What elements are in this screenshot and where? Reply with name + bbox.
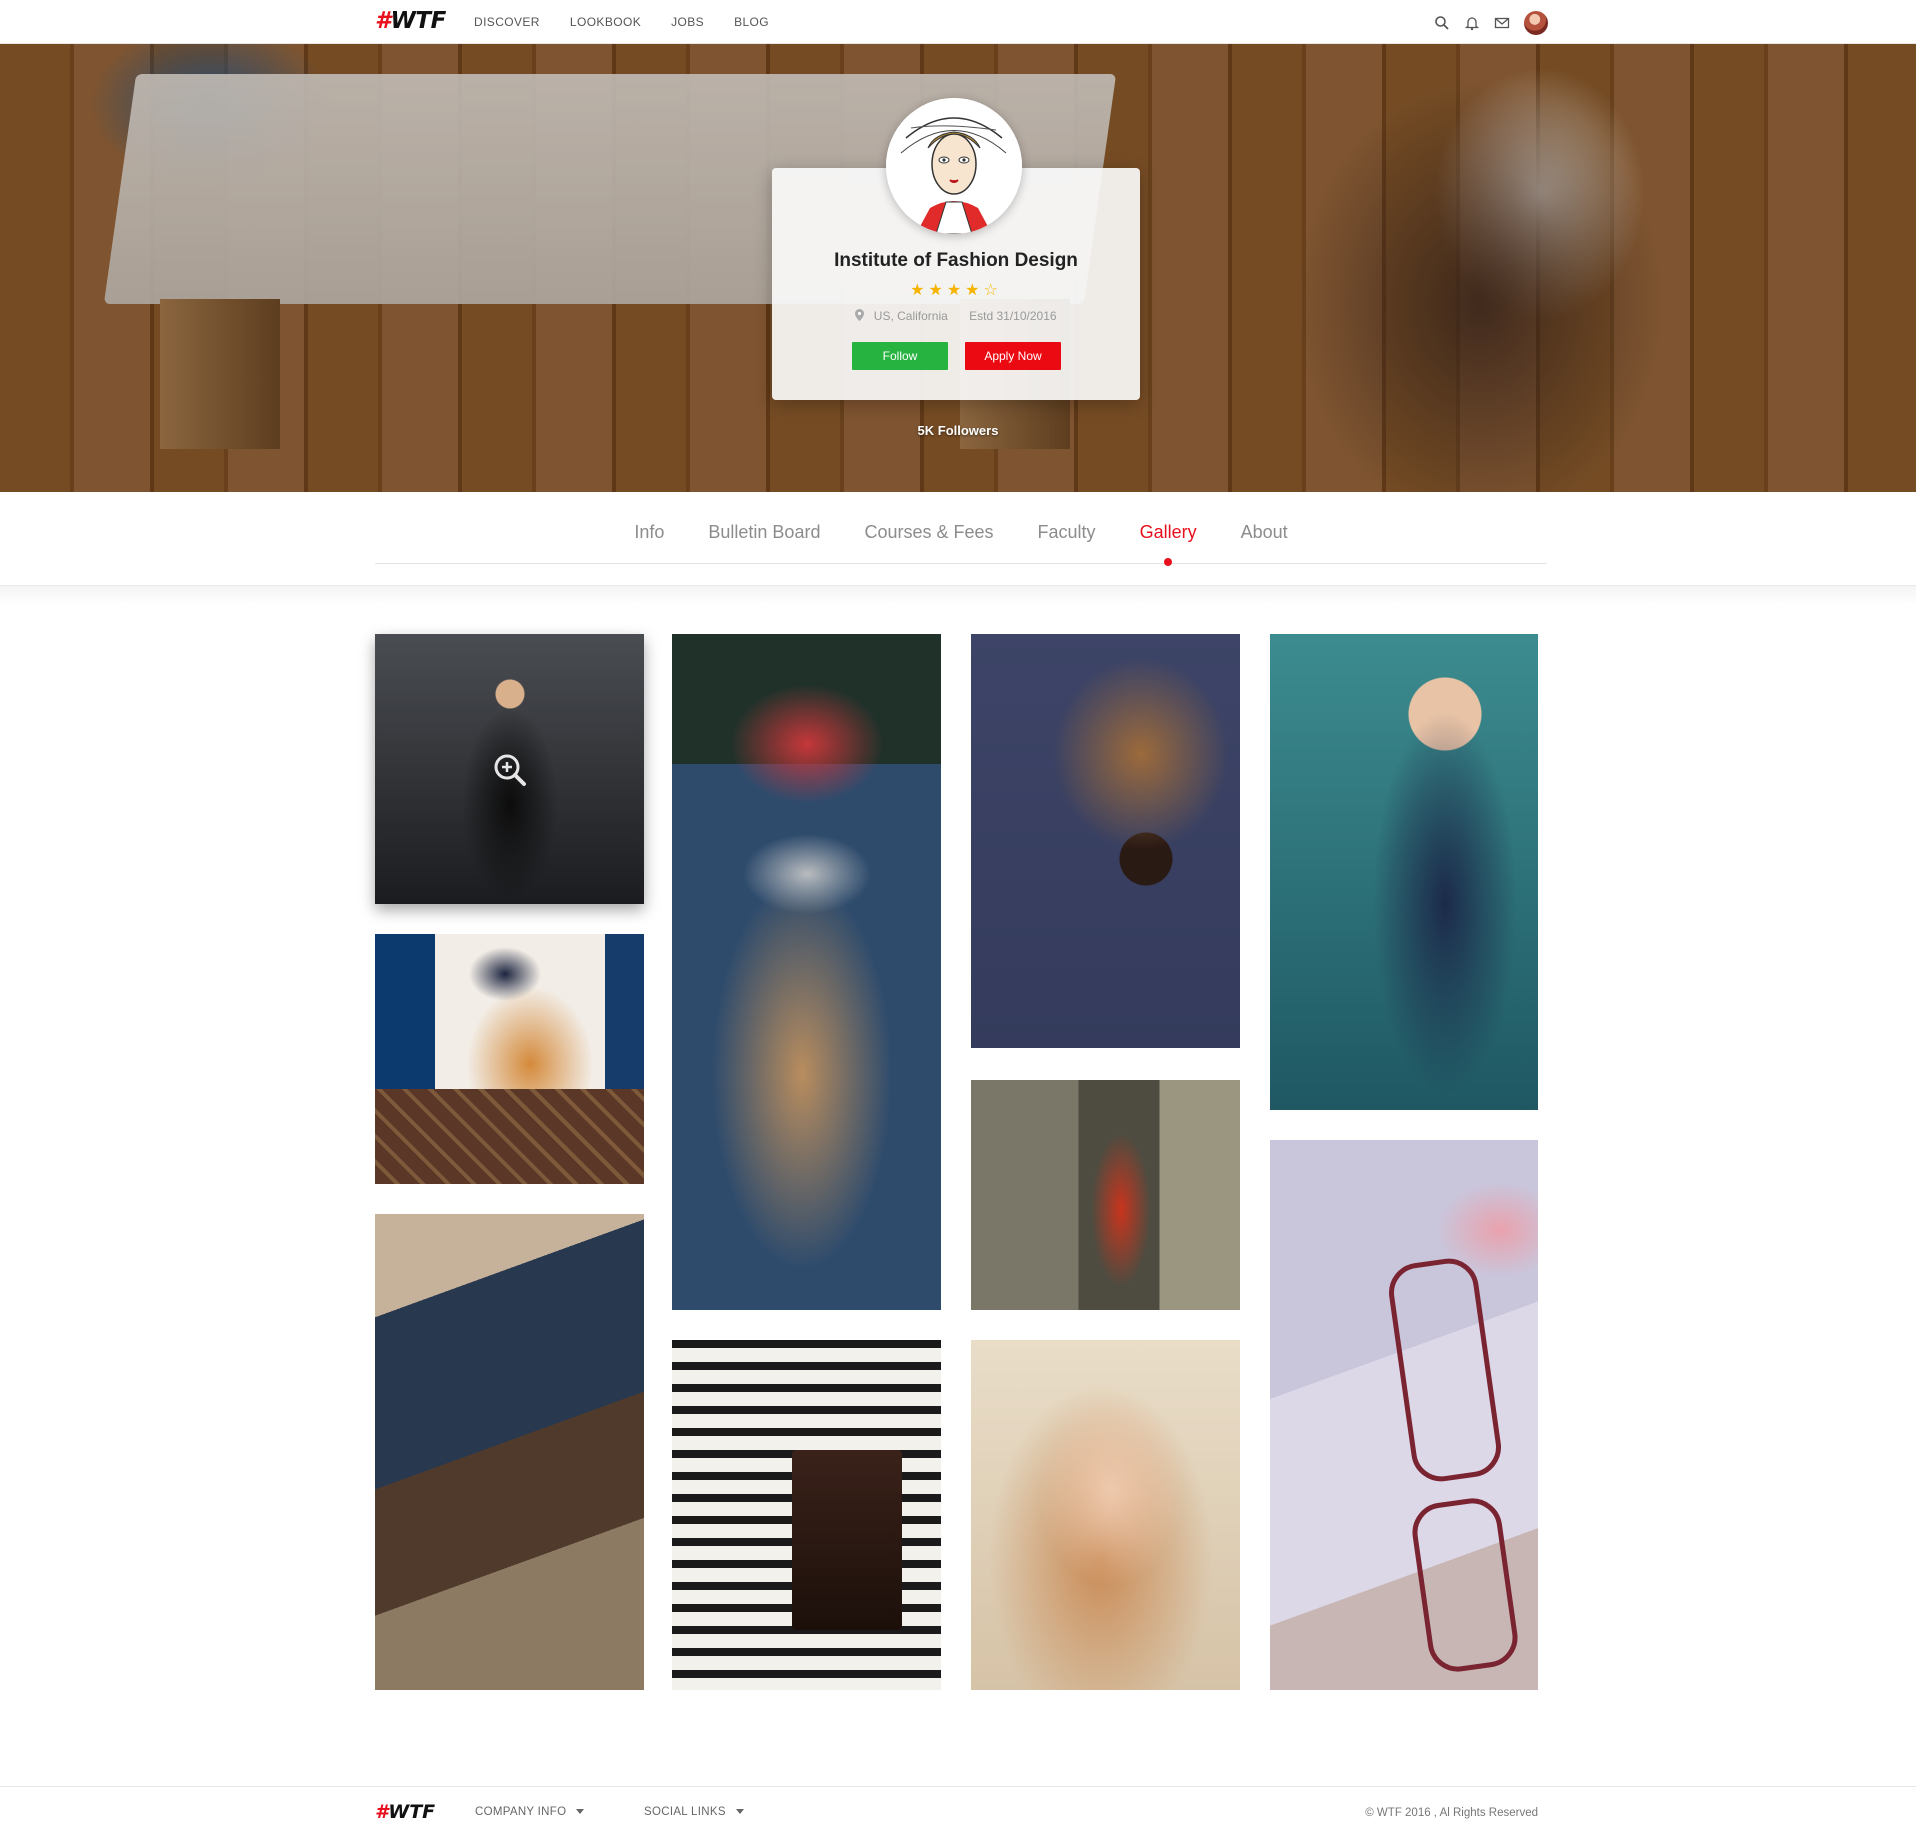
gallery-image-eyeglasses-pink[interactable] bbox=[1270, 1140, 1538, 1690]
nav-lookbook[interactable]: LOOKBOOK bbox=[570, 15, 641, 29]
mail-icon[interactable] bbox=[1494, 15, 1510, 31]
gallery-image-model-blue-dress[interactable] bbox=[1270, 634, 1538, 1110]
caret-down-icon bbox=[576, 1809, 585, 1815]
apply-now-button[interactable]: Apply Now bbox=[965, 342, 1061, 370]
institute-avatar bbox=[886, 98, 1022, 234]
search-icon[interactable] bbox=[1434, 15, 1450, 31]
profile-meta: US, California Estd 31/10/2016 bbox=[772, 309, 1140, 323]
profile-tabs: Info Bulletin Board Courses & Fees Facul… bbox=[375, 492, 1547, 566]
fashion-sketch-icon bbox=[886, 98, 1022, 234]
nav-discover[interactable]: DISCOVER bbox=[474, 15, 540, 29]
location-text: US, California bbox=[873, 309, 948, 323]
gallery-image-girl-with-camera[interactable] bbox=[672, 634, 941, 1310]
institute-name: Institute of Fashion Design bbox=[834, 250, 1078, 271]
nav-icons bbox=[1434, 11, 1548, 35]
main-nav: DISCOVER LOOKBOOK JOBS BLOG bbox=[474, 15, 769, 29]
tab-divider bbox=[0, 585, 1916, 605]
nav-jobs[interactable]: JOBS bbox=[671, 15, 704, 29]
top-navbar: #WTF DISCOVER LOOKBOOK JOBS BLOG bbox=[0, 0, 1916, 44]
caret-down-icon bbox=[735, 1809, 744, 1815]
tab-info[interactable]: Info bbox=[634, 522, 664, 543]
zoom-in-icon[interactable] bbox=[492, 752, 528, 788]
location-pin-icon bbox=[855, 309, 865, 321]
site-logo[interactable]: #WTF bbox=[375, 8, 446, 34]
tab-courses-fees[interactable]: Courses & Fees bbox=[864, 522, 993, 543]
social-links-label: SOCIAL LINKS bbox=[644, 1806, 726, 1818]
footer-logo-text: WTF bbox=[388, 1801, 436, 1823]
footer-logo[interactable]: #WTF bbox=[375, 1801, 435, 1823]
tab-bulletin-board[interactable]: Bulletin Board bbox=[708, 522, 820, 543]
established-date: Estd 31/10/2016 bbox=[969, 309, 1057, 323]
logo-hash: # bbox=[375, 8, 391, 34]
gallery-image-blonde-portrait[interactable] bbox=[971, 1340, 1240, 1690]
tab-gallery[interactable]: Gallery bbox=[1140, 522, 1197, 566]
followers-count: 5K Followers bbox=[917, 423, 999, 438]
footer-logo-hash: # bbox=[375, 1801, 389, 1823]
tab-faculty[interactable]: Faculty bbox=[1038, 522, 1096, 543]
gallery-image-model-black-dress[interactable] bbox=[375, 634, 644, 904]
copyright: © WTF 2016 , Al Rights Reserved bbox=[1365, 1807, 1538, 1819]
nav-blog[interactable]: BLOG bbox=[734, 15, 769, 29]
user-avatar[interactable] bbox=[1524, 11, 1548, 35]
company-info-label: COMPANY INFO bbox=[475, 1806, 567, 1818]
gallery-image-hand-with-bag[interactable] bbox=[375, 934, 644, 1184]
gallery-image-leather-bag-accessories[interactable] bbox=[971, 634, 1240, 1048]
company-info-dropdown[interactable]: COMPANY INFO bbox=[475, 1806, 585, 1818]
tab-about[interactable]: About bbox=[1241, 522, 1288, 543]
social-links-dropdown[interactable]: SOCIAL LINKS bbox=[644, 1806, 744, 1818]
follow-button[interactable]: Follow bbox=[852, 342, 948, 370]
gallery-image-striped-shirt-bag[interactable] bbox=[672, 1340, 941, 1690]
logo-text: WTF bbox=[390, 8, 447, 34]
location: US, California bbox=[855, 309, 957, 323]
footer: #WTF COMPANY INFO SOCIAL LINKS © WTF 201… bbox=[0, 1786, 1916, 1833]
gallery-image-red-dress-model[interactable] bbox=[971, 1080, 1240, 1310]
rating-stars: ★★★★☆ bbox=[910, 282, 1002, 299]
gallery-image-jeans-boots[interactable] bbox=[375, 1214, 644, 1690]
bell-icon[interactable] bbox=[1464, 15, 1480, 31]
